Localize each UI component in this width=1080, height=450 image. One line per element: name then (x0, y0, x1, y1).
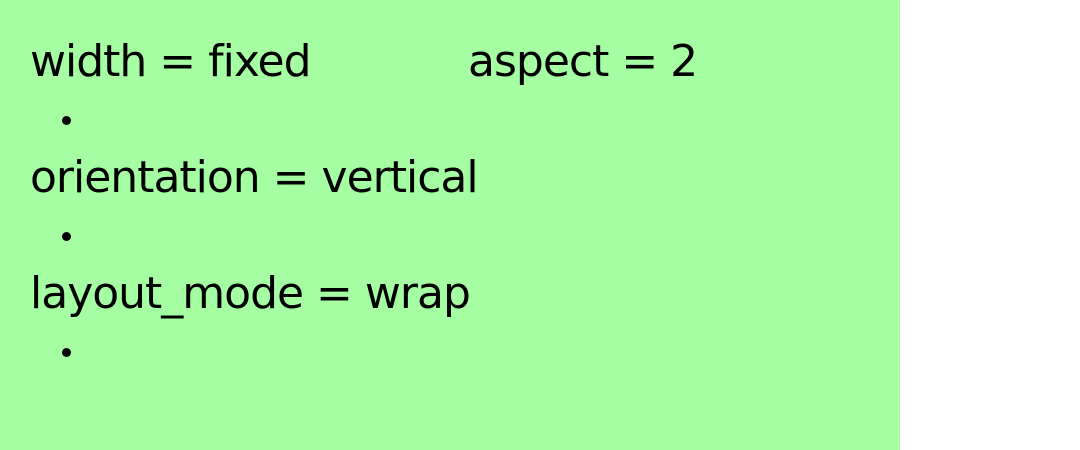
layout-mode-setting-text: layout_mode = wrap (30, 268, 471, 319)
bullet-point (62, 348, 71, 357)
bullet-point (62, 232, 71, 241)
bullet-point (62, 116, 71, 125)
orientation-setting-text: orientation = vertical (30, 152, 479, 203)
width-setting-text: width = fixed (30, 36, 312, 87)
aspect-setting-text: aspect = 2 (468, 36, 698, 87)
content-panel: width = fixed aspect = 2 orientation = v… (0, 0, 900, 450)
